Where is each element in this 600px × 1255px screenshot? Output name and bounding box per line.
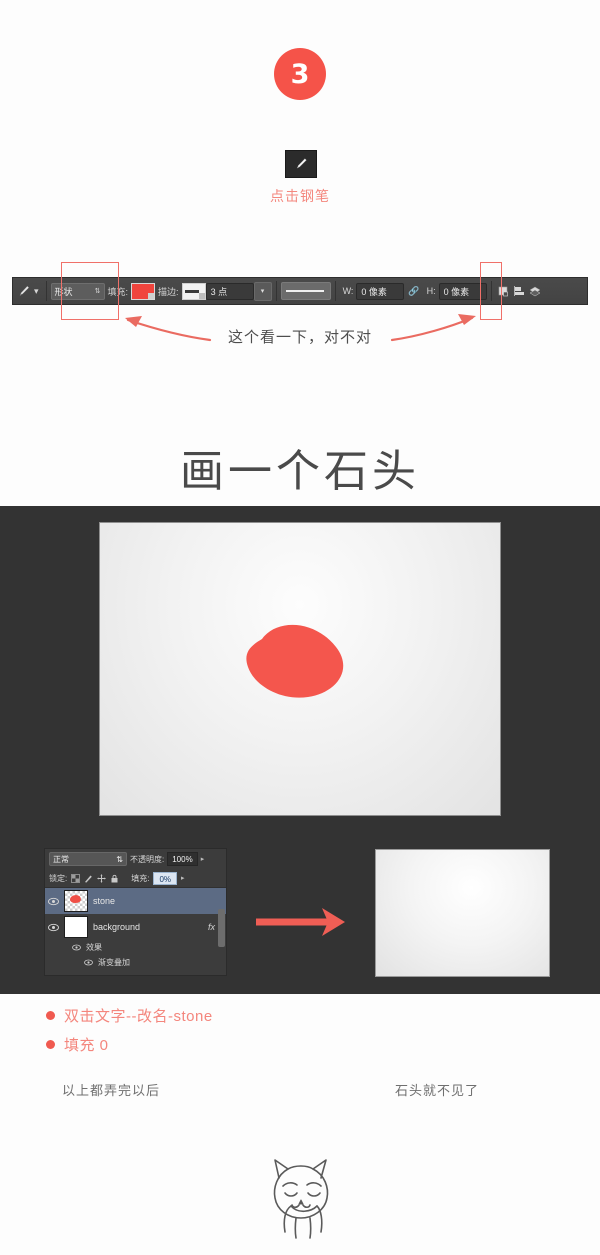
opacity-label: 不透明度: [130,854,165,864]
layer-effect-item[interactable]: 渐变叠加 [45,955,226,970]
layer-row-background[interactable]: background fx [45,914,226,940]
bullet-dot-icon [46,1011,55,1020]
fill-color-swatch[interactable] [131,282,156,300]
bullet-dot-icon [46,1040,55,1049]
eye-icon[interactable] [71,942,82,953]
eye-icon[interactable] [48,922,59,933]
stone-shape [246,624,344,698]
note-text: 填充 0 [64,1037,109,1054]
layer-name-background: background [93,922,141,932]
layers-panel-blend-row: 正常 ⇅ 不透明度: 100% ▸ [45,849,226,869]
layers-panel-scrollbar[interactable] [218,909,225,947]
stroke-width-stepper[interactable]: ▾ [253,281,272,301]
layer-thumbnail-background [64,916,88,938]
opacity-value[interactable]: 100% [167,852,198,866]
stroke-width-field[interactable]: 3 点 [205,282,254,300]
thinking-cat-icon [273,1159,329,1239]
lock-label: 锁定: [49,873,68,883]
footer-left-text: 以上都弄完以后 [62,1083,161,1098]
blend-mode-dropdown[interactable]: 正常 ⇅ [49,852,127,866]
toolbar-divider [45,281,47,301]
stroke-style-dropdown[interactable] [280,282,331,300]
note-set-fill: 填充 0 [46,1034,109,1055]
layer-effects-group[interactable]: 效果 [45,940,226,955]
width-label: W: [342,286,354,296]
stroke-label: 描边: [158,286,179,297]
height-label: H: [426,286,436,296]
toolbar-annotation-text: 这个看一下，对不对 [227,329,372,346]
eye-icon[interactable] [83,957,94,968]
lock-all-icon[interactable] [110,874,119,883]
lock-position-icon[interactable] [97,873,107,883]
effect-name-gradient-overlay: 渐变叠加 [98,958,130,967]
lock-image-pixels-icon[interactable] [84,874,93,883]
tutorial-page: 3 点击钢笔 ▾ 形状 ⇅ 填充: 描边: 3 点 ▾ W: 0 像素 🔗 H:… [0,0,600,1255]
toolbar-divider [275,281,277,301]
thumbnail-stone-shape [70,895,81,903]
note-rename-layer: 双击文字--改名-stone [46,1005,213,1026]
layers-panel: 正常 ⇅ 不透明度: 100% ▸ 锁定: 填充: 0% ▸ stone bac… [44,848,227,976]
pen-tool-caption: 点击钢笔 [270,188,330,204]
lock-transparent-pixels-icon[interactable] [71,873,81,883]
highlight-box-tool-mode [61,262,119,320]
step-number-badge: 3 [274,48,326,100]
pen-tool-icon[interactable] [17,284,31,298]
pen-tool-icon [296,158,307,169]
fill-value[interactable]: 0% [153,871,178,885]
layer-thumbnail-stone [64,890,88,912]
stroke-color-swatch[interactable] [181,282,206,300]
layers-panel-lock-row: 锁定: 填充: 0% ▸ [45,869,226,888]
cat-illustration [255,1148,347,1242]
footer-right-text: 石头就不见了 [395,1083,480,1098]
link-chain-icon[interactable]: 🔗 [408,286,419,297]
effects-label: 效果 [86,943,102,952]
layer-row-stone[interactable]: stone [45,888,226,914]
toolbar-divider [334,281,336,301]
path-alignment-icon[interactable] [512,283,528,299]
opacity-stepper-icon[interactable]: ▸ [201,855,205,863]
pen-tool-icon-chip [285,150,317,178]
result-canvas [375,849,550,977]
fill-label-layers: 填充: [131,873,150,883]
note-text: 双击文字--改名-stone [64,1008,213,1025]
layer-name-stone: stone [93,896,116,906]
highlight-box-path-operations [480,262,502,320]
width-input[interactable]: 0 像素 [356,282,405,300]
fill-stepper-icon[interactable]: ▸ [181,874,185,882]
chevron-updown-icon: ⇅ [116,854,123,864]
tool-preset-caret[interactable]: ▾ [34,286,39,297]
blend-mode-value: 正常 [53,854,69,864]
path-arrangement-icon[interactable] [528,283,544,299]
section-title: 画一个石头 [180,446,420,497]
eye-icon[interactable] [48,896,59,907]
